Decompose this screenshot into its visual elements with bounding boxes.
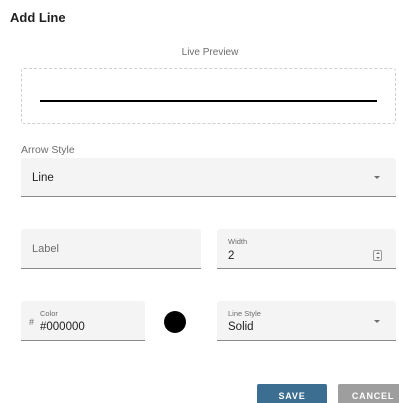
preview-line — [40, 100, 377, 102]
chevron-down-icon — [374, 320, 380, 323]
arrow-style-value: Line — [32, 172, 54, 184]
line-style-select[interactable]: Line Style Solid — [217, 301, 396, 341]
label-input[interactable]: Label — [21, 229, 201, 269]
width-value: 2 — [228, 250, 235, 262]
line-style-label: Line Style — [228, 309, 261, 318]
arrow-style-select[interactable]: Line — [21, 158, 396, 197]
color-swatch[interactable] — [164, 311, 186, 333]
add-line-dialog: Add Line Live Preview Arrow Style Line L… — [0, 0, 399, 403]
live-preview-box — [21, 68, 396, 124]
color-prefix: # — [29, 317, 35, 327]
color-input[interactable]: # Color #000000 — [21, 301, 145, 341]
cancel-button[interactable]: CANCEL — [338, 384, 399, 403]
arrow-style-label: Arrow Style — [21, 144, 75, 156]
chevron-down-icon — [374, 176, 380, 179]
save-button[interactable]: SAVE — [257, 384, 327, 403]
stepper-down-icon — [375, 257, 380, 259]
color-label: Color — [40, 309, 58, 318]
label-placeholder: Label — [32, 243, 59, 255]
width-label: Width — [228, 237, 248, 246]
dialog-title: Add Line — [10, 10, 66, 25]
live-preview-label: Live Preview — [181, 47, 239, 58]
width-stepper[interactable] — [373, 250, 382, 261]
line-style-value: Solid — [228, 321, 254, 333]
stepper-up-icon — [375, 252, 380, 254]
color-value: #000000 — [40, 321, 85, 333]
width-input[interactable]: Width 2 — [217, 229, 396, 269]
